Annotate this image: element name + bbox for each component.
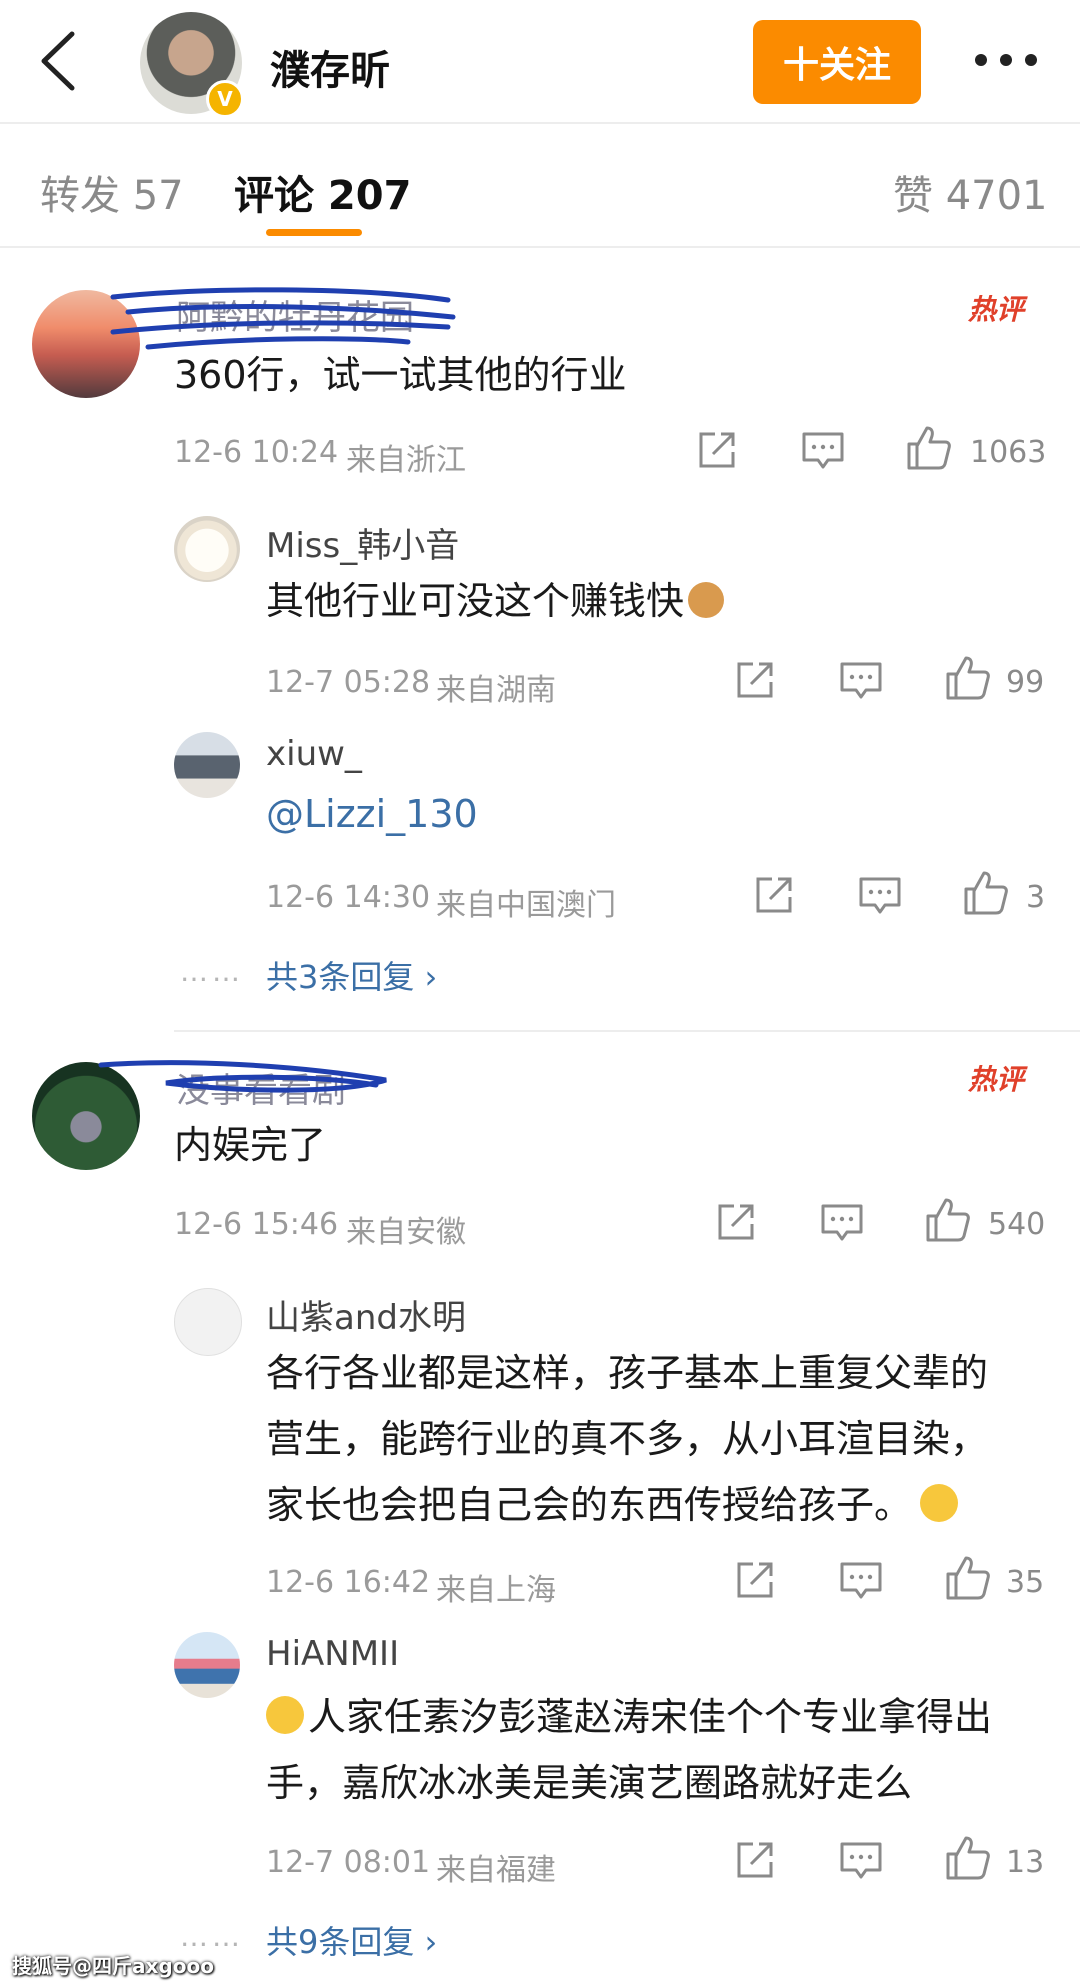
comment-icon[interactable] [819,1200,865,1244]
reply-username[interactable]: Miss_韩小音 [266,518,459,567]
verified-badge-icon: V [206,80,244,118]
reply-text-content: 其他行业可没这个赚钱快 [266,579,685,623]
like-count: 1063 [970,435,1047,470]
avatar[interactable] [174,1632,240,1698]
reply-text-line-with-emoji: 家长也会把自己会的东西传授给孩子。 [266,1472,988,1538]
comment-text: 360行，试一试其他的行业 [174,353,627,397]
avatar[interactable] [32,1062,140,1170]
share-icon[interactable] [752,873,796,917]
reply-time: 12-7 08:01 [266,1845,431,1880]
avatar[interactable] [32,290,140,398]
reply-text-line: 人家任素汐彭蓬赵涛宋佳个个专业拿得出 [308,1695,993,1739]
dots: …… [180,955,244,988]
tab-repost[interactable]: 转发 57 [40,163,184,221]
share-icon[interactable] [733,1558,777,1602]
comment-username[interactable]: 没事看看剧 [176,1063,346,1112]
reply-location: 来自湖南 [436,673,556,708]
reply-username[interactable]: HiANMII [266,1634,399,1674]
share-icon[interactable] [733,658,777,702]
like-icon[interactable] [905,424,953,472]
like-icon[interactable] [924,1196,972,1244]
active-tab-indicator [266,229,362,236]
tabs-divider [0,246,1080,248]
avatar[interactable] [174,516,240,582]
back-icon[interactable] [36,30,80,92]
follow-button[interactable]: 十关注 [753,20,921,104]
reply-location: 来自福建 [436,1853,556,1888]
comment-location: 来自安徽 [346,1215,466,1250]
reply-text: 其他行业可没这个赚钱快 [266,568,725,634]
comment-text: 内娱完了 [174,1123,327,1167]
comment-icon[interactable] [838,1558,884,1602]
comment-icon[interactable] [800,428,846,472]
reply-location: 来自上海 [436,1573,556,1608]
share-icon[interactable] [733,1838,777,1882]
money-bag-emoji [688,582,725,618]
like-icon[interactable] [962,869,1010,917]
comment-location: 来自浙江 [346,443,466,478]
reply-text-line: 家长也会把自己会的东西传授给孩子。 [266,1483,913,1527]
like-count: 540 [988,1207,1046,1242]
hot-comment-badge: 热评 [968,1063,1025,1096]
comment-icon[interactable] [838,1838,884,1882]
share-icon[interactable] [714,1200,758,1244]
hot-comment-badge: 热评 [968,293,1025,326]
reply-location: 来自中国澳门 [436,888,616,923]
reply-text-line: 营生，能跨行业的真不多，从小耳渲目染， [266,1417,989,1461]
laugh-cry-emoji [920,1484,959,1522]
reply-time: 12-6 16:42 [266,1565,431,1600]
comment-time: 12-6 10:24 [174,435,339,470]
reply-text: 各行各业都是这样，孩子基本上重复父辈的 营生，能跨行业的真不多，从小耳渲目染， … [266,1340,988,1538]
reply-text-line-with-emoji: 人家任素汐彭蓬赵涛宋佳个个专业拿得出 [266,1684,992,1750]
like-icon[interactable] [944,654,992,702]
laugh-cry-emoji [266,1696,304,1734]
share-icon[interactable] [695,428,739,472]
like-count: 99 [1006,665,1045,700]
header-divider [0,122,1080,124]
reply-time: 12-6 14:30 [266,880,431,915]
comment-divider [174,1030,1080,1032]
tab-comments[interactable]: 评论 207 [234,163,411,221]
like-count: 3 [1026,880,1046,915]
watermark: 搜狐号@四斤axgooo [12,1954,214,1978]
reply-username[interactable]: 山紫and水明 [266,1290,466,1339]
comment-username[interactable]: 阿黔的牡丹花园 [176,290,414,339]
author-name[interactable]: 濮存昕 [270,38,390,96]
like-icon[interactable] [944,1554,992,1602]
reply-text: 人家任素汐彭蓬赵涛宋佳个个专业拿得出 手，嘉欣冰冰美是美演艺圈路就好走么 [266,1684,992,1816]
avatar[interactable] [174,732,240,798]
comment-icon[interactable] [857,873,903,917]
reply-text-line: 手，嘉欣冰冰美是美演艺圈路就好走么 [266,1761,913,1805]
reply-time: 12-7 05:28 [266,665,431,700]
reply-username[interactable]: xiuw_ [266,734,362,774]
more-replies-link[interactable]: 共3条回复 › [266,952,437,998]
reply-text-line: 各行各业都是这样，孩子基本上重复父辈的 [266,1351,989,1395]
comment-time: 12-6 15:46 [174,1207,339,1242]
mention-link[interactable]: @Lizzi_130 [266,792,478,836]
comment-icon[interactable] [838,658,884,702]
like-icon[interactable] [944,1834,992,1882]
tab-likes[interactable]: 赞 4701 [893,163,1048,221]
like-count: 35 [1006,1565,1045,1600]
dots: …… [180,1920,244,1953]
more-options-icon[interactable] [971,48,1041,72]
like-count: 13 [1006,1845,1045,1880]
avatar[interactable] [174,1288,242,1356]
more-replies-link[interactable]: 共9条回复 › [266,1917,437,1963]
